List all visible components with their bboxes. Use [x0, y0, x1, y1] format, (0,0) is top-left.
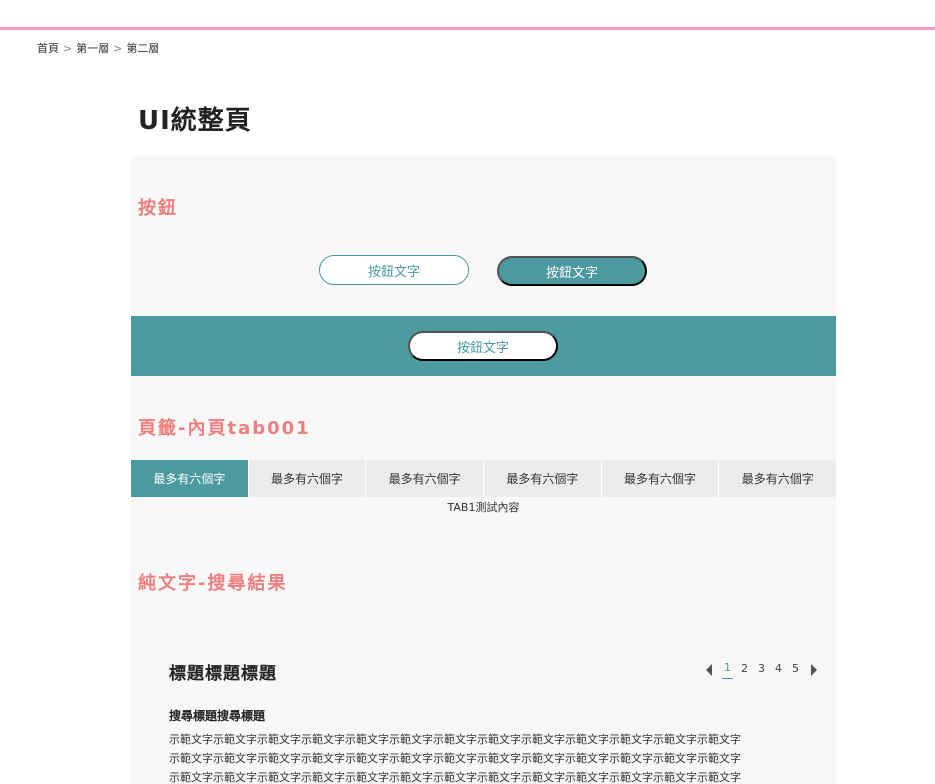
white-button[interactable]: 按鈕文字 [408, 331, 558, 361]
search-item-title[interactable]: 搜尋標題搜尋標題 [169, 707, 265, 724]
tab-1[interactable]: 最多有六個字 [131, 460, 249, 497]
breadcrumb-item-level2[interactable]: 第二層 [126, 40, 159, 56]
page-number-5[interactable]: 5 [790, 662, 801, 679]
top-accent-line [0, 27, 935, 30]
search-result-title: 標題標題標題 [169, 664, 277, 684]
solid-button[interactable]: 按鈕文字 [497, 256, 647, 286]
page-number-3[interactable]: 3 [756, 662, 767, 679]
breadcrumb-separator: > [63, 41, 73, 55]
search-item-line: 示範文字示範文字示範文字示範文字示範文字示範文字示範文字示範文字示範文字示範文字… [169, 752, 741, 765]
next-page-icon[interactable] [811, 664, 817, 676]
search-item-line: 示範文字示範文字示範文字示範文字示範文字示範文字示範文字示範文字示範文字示範文字… [169, 771, 741, 784]
search-item-line: 示範文字示範文字示範文字示範文字示範文字示範文字示範文字示範文字示範文字示範文字… [169, 733, 741, 746]
search-item-text: 示範文字示範文字示範文字示範文字示範文字示範文字示範文字示範文字示範文字示範文字… [169, 730, 799, 784]
breadcrumb-item-level1[interactable]: 第一層 [76, 40, 109, 56]
breadcrumb: 首頁 > 第一層 > 第二層 [37, 40, 159, 56]
section-heading-search: 純文字-搜尋結果 [138, 573, 288, 594]
tab-6[interactable]: 最多有六個字 [719, 460, 836, 497]
tab-5[interactable]: 最多有六個字 [602, 460, 720, 497]
pagination: 1 2 3 4 5 [706, 661, 817, 679]
page-number-2[interactable]: 2 [739, 662, 750, 679]
page-number-4[interactable]: 4 [773, 662, 784, 679]
section-heading-tabs: 頁籤-內頁tab001 [138, 418, 311, 439]
page-title: UI統整頁 [138, 106, 252, 136]
teal-button-band: 按鈕文字 [131, 316, 836, 376]
breadcrumb-item-home[interactable]: 首頁 [37, 40, 59, 56]
tab-bar: 最多有六個字 最多有六個字 最多有六個字 最多有六個字 最多有六個字 最多有六個… [131, 460, 836, 497]
section-heading-buttons: 按鈕 [138, 198, 178, 219]
tab-content: TAB1測試內容 [447, 501, 520, 514]
prev-page-icon[interactable] [706, 664, 712, 676]
tab-4[interactable]: 最多有六個字 [484, 460, 602, 497]
tab-2[interactable]: 最多有六個字 [249, 460, 367, 497]
tab-3[interactable]: 最多有六個字 [366, 460, 485, 497]
breadcrumb-separator: > [113, 41, 123, 55]
outline-button[interactable]: 按鈕文字 [319, 255, 469, 285]
content-panel: 按鈕 按鈕文字 按鈕文字 按鈕文字 頁籤-內頁tab001 最多有六個字 最多有… [131, 156, 836, 784]
page-number-1[interactable]: 1 [722, 661, 733, 679]
